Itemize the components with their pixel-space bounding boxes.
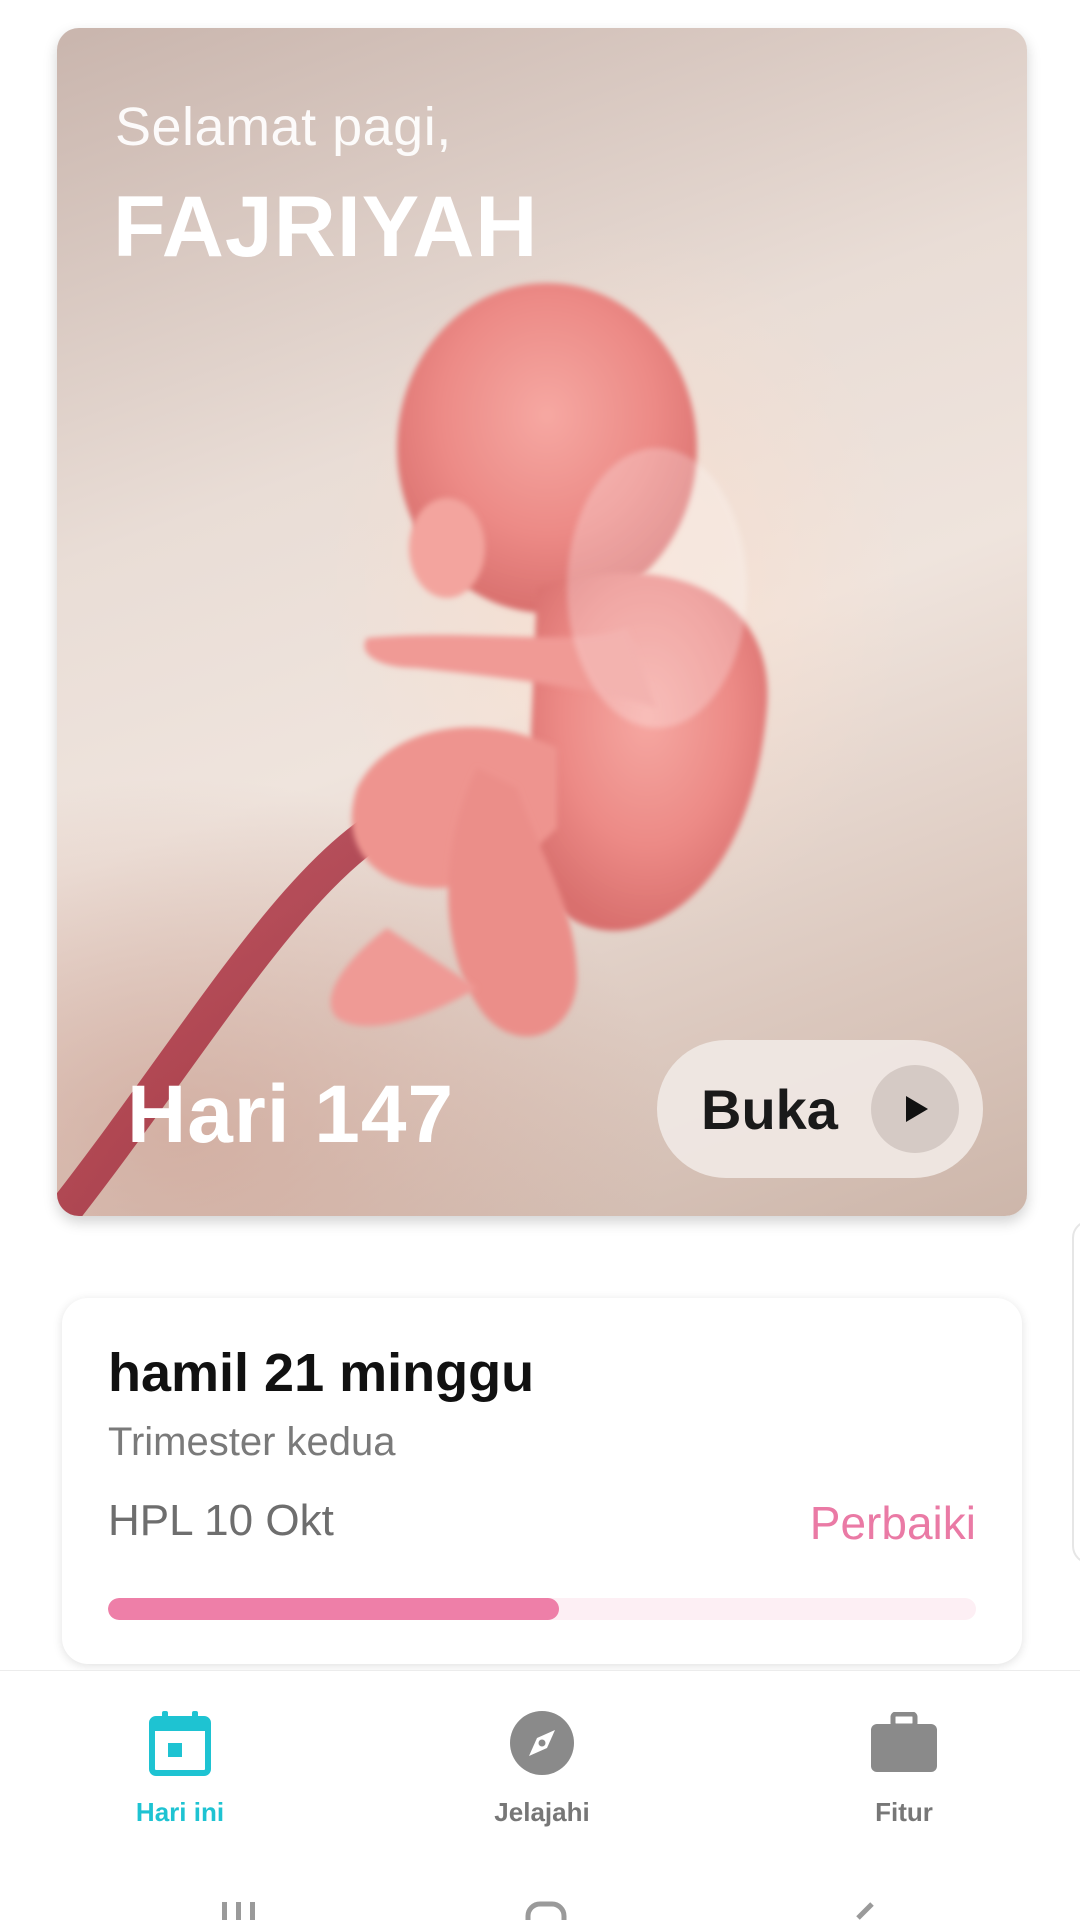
due-date-label: HPL 10 Okt: [108, 1496, 334, 1545]
compass-icon: [506, 1707, 578, 1779]
recent-apps-icon: [222, 1902, 255, 1920]
briefcase-icon: [868, 1707, 940, 1779]
user-name: FAJRIYAH: [113, 179, 539, 275]
next-card-edge: [1072, 1220, 1080, 1564]
pregnancy-progress-fill: [108, 1598, 560, 1620]
open-button-label: Buka: [701, 1077, 838, 1141]
system-navigation-bar: [0, 1860, 1080, 1920]
tab-today[interactable]: Hari ini: [60, 1671, 300, 1851]
tab-explore[interactable]: Jelajahi: [422, 1671, 662, 1851]
trimester-label: Trimester kedua: [108, 1420, 396, 1464]
greeting-text: Selamat pagi,: [115, 97, 452, 157]
calendar-icon: [144, 1707, 216, 1779]
pregnancy-progress-bar: [108, 1598, 976, 1620]
bottom-navigation: Hari ini Jelajahi Fitur: [0, 1670, 1080, 1851]
tab-features-label: Fitur: [875, 1797, 933, 1827]
edit-due-date-link[interactable]: Perbaiki: [810, 1496, 976, 1550]
tab-today-label: Hari ini: [135, 1797, 225, 1827]
tab-explore-label: Jelajahi: [494, 1797, 590, 1827]
pregnancy-weeks-title: hamil 21 minggu: [108, 1343, 535, 1403]
back-icon: [856, 1902, 874, 1920]
open-button[interactable]: Buka: [657, 1040, 983, 1178]
pregnancy-day-label: Hari 147: [127, 1069, 455, 1160]
play-icon: [871, 1065, 959, 1153]
home-icon: [525, 1901, 567, 1920]
tab-features[interactable]: Fitur: [784, 1671, 1024, 1851]
pregnancy-summary-card: hamil 21 minggu Trimester kedua HPL 10 O…: [62, 1298, 1022, 1664]
baby-development-card[interactable]: Selamat pagi, FAJRIYAH Hari 147 Buka: [57, 28, 1027, 1216]
app-screen: Selamat pagi, FAJRIYAH Hari 147 Buka ham…: [0, 0, 1080, 1920]
